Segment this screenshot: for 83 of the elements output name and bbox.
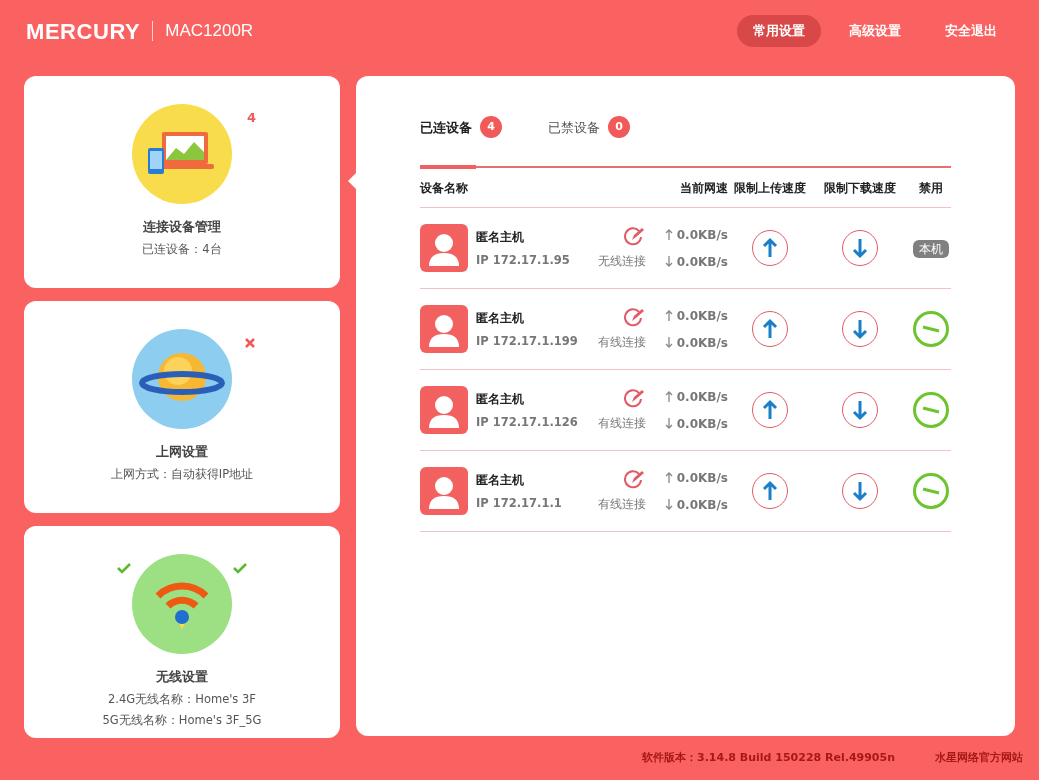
device-name: 匿名主机 [476, 229, 525, 246]
device-ip: IP 172.17.1.1 [476, 495, 563, 511]
this-device-badge: 本机 [913, 240, 949, 258]
model-name: MAC1200R [165, 20, 254, 43]
device-name: 匿名主机 [476, 391, 525, 408]
dash-icon [921, 324, 941, 334]
down-arrow-icon [851, 480, 869, 502]
down-arrow-icon [851, 237, 869, 259]
up-arrow-icon [761, 399, 779, 421]
download-limit-button[interactable] [842, 392, 878, 428]
device-count-label: 4 [246, 109, 256, 127]
down-arrow-icon [851, 318, 869, 340]
dash-icon [921, 405, 941, 415]
down-arrow-icon [851, 399, 869, 421]
down-arrow-icon [664, 418, 673, 429]
error-x-icon [244, 337, 256, 349]
device-tab[interactable]: 已连设备 4 [420, 118, 502, 166]
up-arrow-icon [664, 472, 673, 483]
download-limit-button[interactable] [842, 230, 878, 266]
up-arrow-icon [761, 480, 779, 502]
connection-type: 有线连接 [598, 496, 646, 513]
settings-card[interactable]: 上网设置 上网方式：自动获得IP地址 [24, 301, 340, 513]
column-header: 当前网速 [680, 179, 728, 197]
up-arrow-icon [664, 391, 673, 402]
disable-button[interactable] [913, 311, 949, 347]
user-avatar-icon [420, 467, 468, 515]
edit-icon[interactable] [624, 307, 646, 327]
user-avatar-icon [420, 224, 468, 272]
column-header: 限制下载速度 [824, 179, 896, 197]
download-limit-button[interactable] [842, 311, 878, 347]
upload-speed: 0.0KB/s [676, 307, 728, 325]
download-speed: 0.0KB/s [676, 415, 728, 433]
card-info: 5G无线名称：Home's 3F_5G [102, 712, 262, 728]
card-title: 连接设备管理 [143, 218, 221, 236]
download-limit-button[interactable] [842, 473, 878, 509]
card-title: 上网设置 [156, 443, 208, 461]
card-info: 已连设备：4台 [142, 241, 222, 257]
upload-limit-button[interactable] [752, 392, 788, 428]
up-arrow-icon [761, 237, 779, 259]
check-icon [232, 562, 248, 574]
up-arrow-icon [761, 318, 779, 340]
upload-speed: 0.0KB/s [676, 388, 728, 406]
column-header: 禁用 [919, 179, 943, 197]
down-arrow-icon [664, 337, 673, 348]
card-info: 上网方式：自动获得IP地址 [110, 466, 254, 482]
check-icon [116, 562, 132, 574]
device-ip: IP 172.17.1.126 [476, 414, 579, 430]
upload-speed: 0.0KB/s [676, 469, 728, 487]
column-header: 限制上传速度 [734, 179, 806, 197]
edit-icon[interactable] [624, 226, 646, 246]
down-arrow-icon [664, 256, 673, 267]
down-arrow-icon [664, 499, 673, 510]
device-name: 匿名主机 [476, 472, 525, 489]
nav-tab[interactable]: 常用设置 [737, 15, 821, 47]
disable-button[interactable] [913, 473, 949, 509]
download-speed: 0.0KB/s [676, 334, 728, 352]
card-info: 2.4G无线名称：Home's 3F [108, 691, 256, 707]
disable-button[interactable] [913, 392, 949, 428]
device-ip: IP 172.17.1.95 [476, 252, 571, 268]
upload-limit-button[interactable] [752, 230, 788, 266]
settings-card[interactable]: 无线设置 2.4G无线名称：Home's 3F 5G无线名称：Home's 3F_5G [24, 526, 340, 738]
connection-type: 有线连接 [598, 334, 646, 351]
column-header: 设备名称 [420, 179, 469, 197]
upload-limit-button[interactable] [752, 473, 788, 509]
device-ip: IP 172.17.1.199 [476, 333, 579, 349]
download-speed: 0.0KB/s [676, 496, 728, 514]
device-tab[interactable]: 已禁设备 0 [548, 118, 630, 166]
edit-icon[interactable] [624, 469, 646, 489]
user-avatar-icon [420, 305, 468, 353]
card-title: 无线设置 [156, 668, 208, 686]
up-arrow-icon [664, 229, 673, 240]
edit-icon[interactable] [624, 388, 646, 408]
user-avatar-icon [420, 386, 468, 434]
download-speed: 0.0KB/s [676, 253, 728, 271]
connection-type: 无线连接 [598, 253, 646, 270]
up-arrow-icon [664, 310, 673, 321]
software-version: 软件版本：3.14.8 Build 150228 Rel.49905n [642, 750, 895, 766]
brand-logo: MERCURY [26, 17, 141, 46]
upload-speed: 0.0KB/s [676, 226, 728, 244]
connection-type: 有线连接 [598, 415, 646, 432]
dash-icon [921, 486, 941, 496]
upload-limit-button[interactable] [752, 311, 788, 347]
device-name: 匿名主机 [476, 310, 525, 327]
